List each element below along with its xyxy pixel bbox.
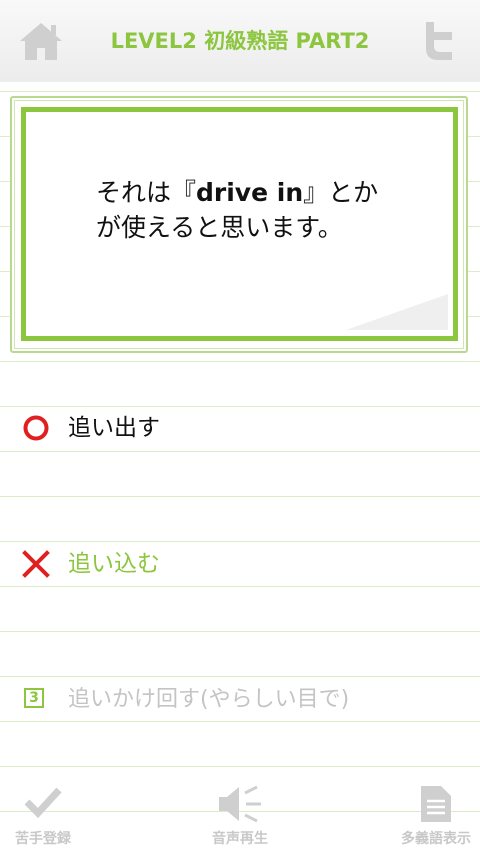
show-polysemy-button[interactable]: 多義語表示 — [392, 770, 480, 854]
question-prefix: それは『 — [96, 178, 197, 207]
document-icon — [421, 786, 451, 822]
page-title: LEVEL2 初級熟語 PART2 — [110, 29, 370, 53]
choice-label: 追い込む — [68, 551, 160, 577]
choice-label: 追い出す — [68, 415, 160, 441]
bottom-toolbar: 苦手登録 音声再生 多義語表示 — [0, 770, 480, 854]
choice-number-badge: 3 — [24, 688, 44, 708]
speaker-icon — [219, 785, 261, 823]
checkmark-icon — [24, 787, 62, 819]
question-text: それは『drive in』とかが使えると思います。 — [96, 175, 386, 245]
play-audio-button[interactable]: 音声再生 — [190, 770, 290, 854]
page-curl-decoration — [346, 294, 448, 330]
circle-icon — [23, 415, 49, 441]
twitter-icon[interactable] — [418, 18, 462, 62]
choice-item-1[interactable]: 追い出す — [0, 405, 480, 449]
cross-icon — [22, 550, 50, 578]
header-bar: LEVEL2 初級熟語 PART2 — [0, 0, 480, 82]
choice-item-2[interactable]: 追い込む — [0, 541, 480, 585]
question-highlight: drive in — [196, 178, 304, 207]
choice-label: 追いかけ回す(やらしい目で) — [68, 687, 350, 712]
choice-item-3[interactable]: 3 追いかけ回す(やらしい目で) — [0, 677, 480, 721]
show-polysemy-label: 多義語表示 — [401, 831, 471, 847]
mark-difficult-button[interactable]: 苦手登録 — [0, 770, 86, 854]
play-audio-label: 音声再生 — [212, 831, 268, 847]
mark-difficult-label: 苦手登録 — [15, 831, 71, 847]
home-icon[interactable] — [18, 20, 64, 62]
